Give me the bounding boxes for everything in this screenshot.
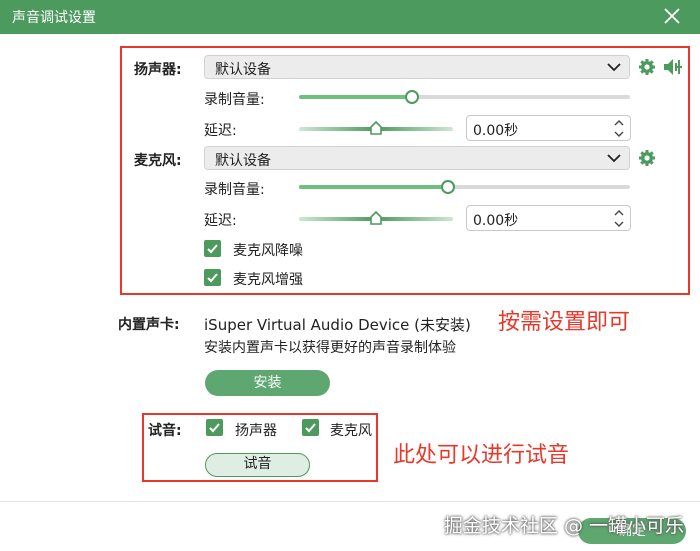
footer-divider [0, 501, 700, 502]
settings-highlight-box [120, 46, 690, 295]
window-title: 声音调试设置 [12, 10, 96, 26]
install-button[interactable]: 安装 [205, 370, 330, 396]
title-bar: 声音调试设置 [0, 0, 700, 34]
test-annotation: 此处可以进行试音 [393, 443, 570, 468]
settings-annotation: 按需设置即可 [498, 310, 631, 335]
test-highlight-box [142, 413, 378, 482]
watermark-text: 掘金技术社区 @ 一罐小可乐 [443, 515, 684, 537]
builtin-card-device: iSuper Virtual Audio Device (未安装) [204, 316, 471, 334]
builtin-card-hint: 安装内置声卡以获得更好的声音录制体验 [204, 340, 456, 356]
close-icon[interactable] [662, 6, 682, 26]
builtin-card-label: 内置声卡: [118, 317, 180, 333]
